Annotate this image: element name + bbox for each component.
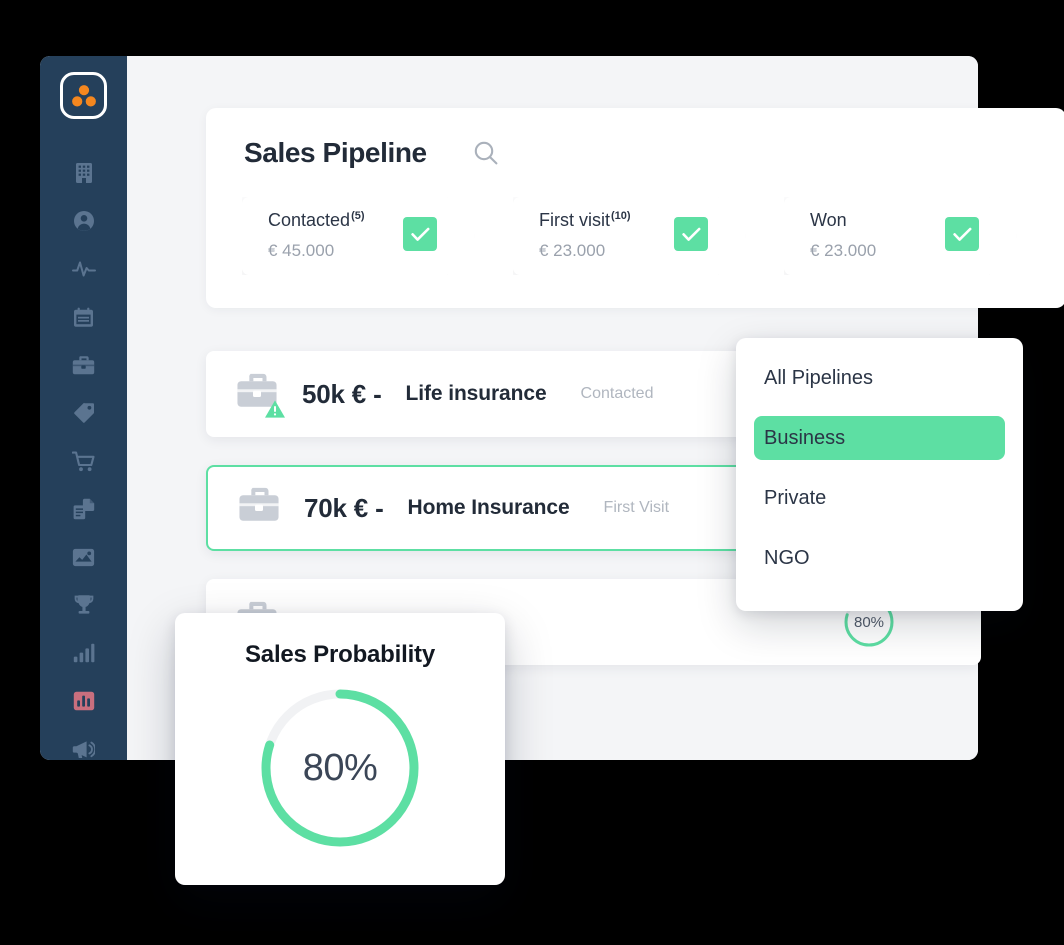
sidebar-item-goals[interactable] (62, 581, 106, 629)
briefcase-icon (239, 487, 279, 521)
trophy-icon (74, 595, 93, 614)
sidebar-item-calendar[interactable] (62, 293, 106, 341)
sidebar (40, 56, 127, 760)
pipeline-stage-first-visit[interactable]: First visit(10) € 23.000 (513, 197, 746, 275)
stage-check-badge (945, 217, 979, 251)
dropdown-item-all-pipelines[interactable]: All Pipelines (754, 356, 1005, 400)
stage-label: Won (810, 210, 848, 231)
briefcase-warning-icon (236, 371, 285, 418)
image-chart-icon (72, 548, 95, 566)
page-title-row: Sales Pipeline (244, 137, 499, 169)
dropdown-item-label: Private (764, 486, 827, 509)
sidebar-item-activity[interactable] (62, 245, 106, 293)
deal-name: Life insurance (405, 382, 547, 405)
stage-label-text: Won (810, 210, 847, 230)
sales-probability-card: Sales Probability 80% (175, 613, 505, 885)
sales-probability-title: Sales Probability (244, 641, 435, 668)
sidebar-item-deals[interactable] (62, 341, 106, 389)
stage-label-text: Contacted (268, 210, 351, 230)
sidebar-item-statistics[interactable] (62, 629, 106, 677)
deal-probability-value: 80% (853, 613, 885, 631)
dropdown-item-label: Business (764, 426, 846, 449)
dropdown-item-private[interactable]: Private (754, 476, 1005, 520)
deal-amount: 70k € - (304, 492, 384, 523)
search-icon[interactable] (473, 140, 499, 166)
pipeline-stage-contacted[interactable]: Contacted(5) € 45.000 (242, 197, 475, 275)
screenshot-stage: Sales Pipeline Contacted(5) € 45.000 Fir… (0, 0, 1064, 945)
page-title: Sales Pipeline (244, 137, 427, 168)
stage-label: First visit(10) (539, 210, 631, 231)
deal-status: First Visit (603, 499, 670, 516)
pipeline-stages: Contacted(5) € 45.000 First visit(10) € … (242, 197, 1017, 275)
stage-check-badge (674, 217, 708, 251)
sidebar-item-company[interactable] (62, 149, 106, 197)
megaphone-icon (72, 740, 95, 758)
dropdown-item-label: NGO (764, 546, 810, 569)
report-chart-icon (73, 691, 94, 711)
stage-label-text: First visit (539, 210, 610, 230)
sidebar-item-contacts[interactable] (62, 197, 106, 245)
sidebar-item-documents[interactable] (62, 485, 106, 533)
pipeline-stage-won[interactable]: Won € 23.000 (784, 197, 1017, 275)
pipeline-header-card: Sales Pipeline Contacted(5) € 45.000 Fir… (206, 108, 1064, 308)
stage-label: Contacted(5) (268, 210, 365, 231)
dropdown-item-label: All Pipelines (764, 366, 873, 389)
deal-amount: 50k € - (302, 378, 382, 409)
app-logo[interactable] (60, 72, 107, 119)
stage-count: (10) (611, 210, 631, 222)
check-icon (410, 227, 429, 241)
check-icon (952, 227, 971, 241)
sidebar-item-reports[interactable] (62, 677, 106, 725)
briefcase-icon (72, 356, 95, 375)
stage-value: € 23.000 (810, 241, 877, 260)
stage-value: € 23.000 (539, 241, 606, 260)
stage-check-badge (403, 217, 437, 251)
sales-probability-value: 80% (302, 746, 378, 789)
sidebar-item-campaigns[interactable] (62, 533, 106, 581)
sidebar-item-products[interactable] (62, 389, 106, 437)
user-circle-icon (73, 211, 94, 231)
deal-status: Contacted (580, 385, 654, 402)
shopping-cart-icon (72, 451, 95, 471)
calendar-icon (74, 307, 93, 327)
dropdown-item-ngo[interactable]: NGO (754, 536, 1005, 580)
stage-count: (5) (351, 210, 365, 222)
activity-pulse-icon (71, 261, 96, 277)
documents-icon (73, 498, 94, 520)
dropdown-item-business[interactable]: Business (754, 416, 1005, 460)
pipeline-filter-dropdown: All Pipelines Business Private NGO (736, 338, 1023, 611)
tag-icon (73, 402, 94, 423)
app-logo-icon (71, 84, 96, 106)
stage-value: € 45.000 (268, 241, 335, 260)
building-icon (75, 163, 92, 183)
deal-name: Home Insurance (407, 496, 570, 519)
warning-triangle-icon (265, 400, 285, 418)
sidebar-item-marketing[interactable] (62, 725, 106, 773)
sidebar-item-orders[interactable] (62, 437, 106, 485)
bar-chart-icon (73, 643, 94, 663)
sales-probability-donut: 80% (257, 685, 423, 851)
check-icon (681, 227, 700, 241)
briefcase-icon-wrap (238, 485, 284, 531)
